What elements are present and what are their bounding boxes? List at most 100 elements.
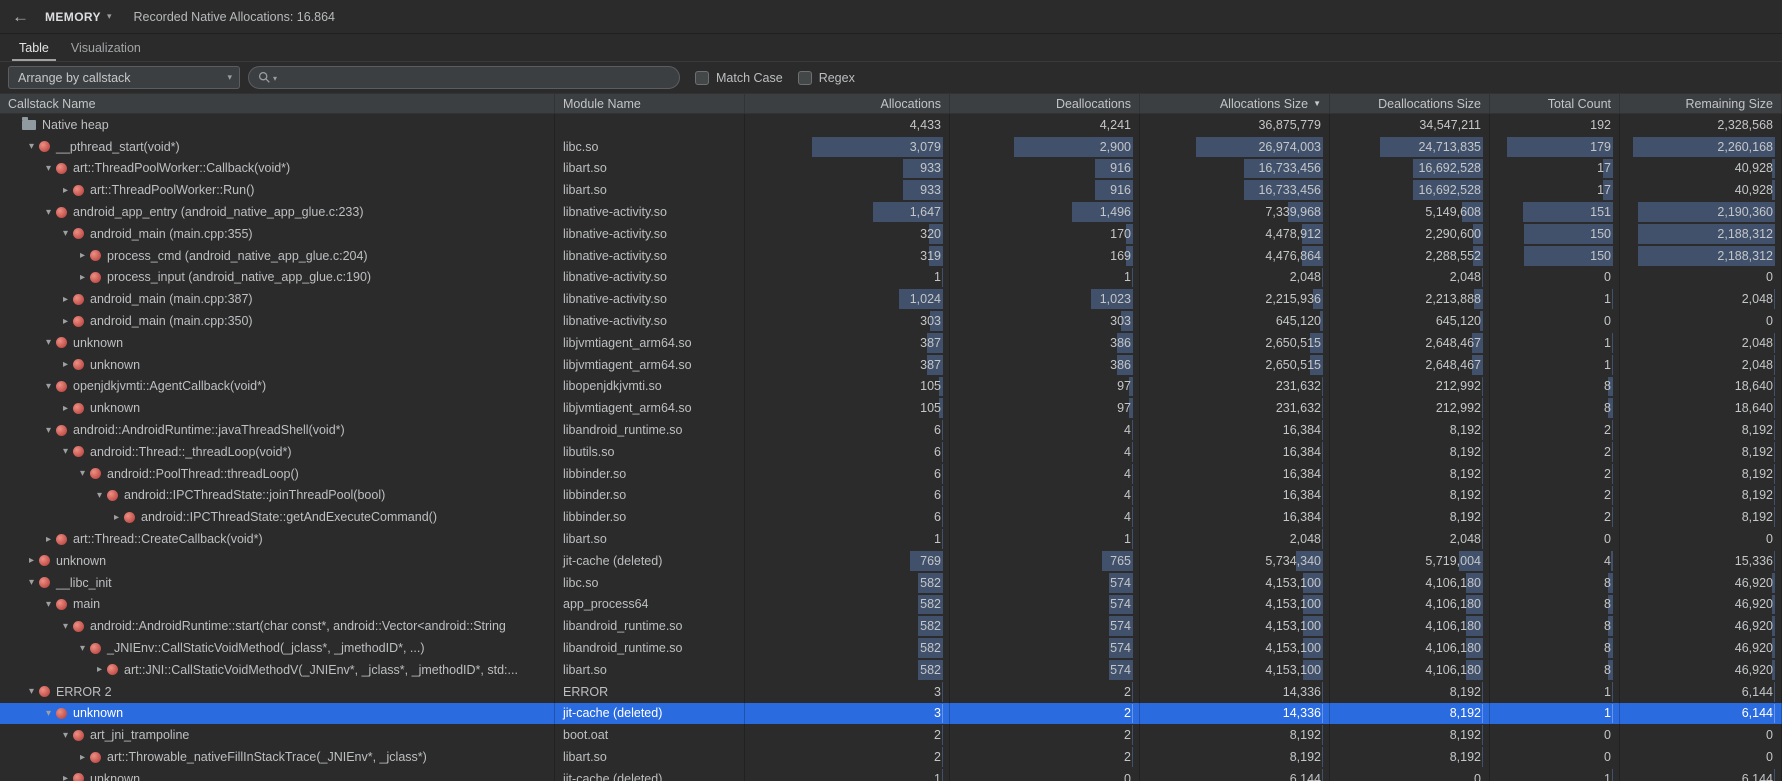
table-row[interactable]: ▾openjdkjvmti::AgentCallback(void*)libop… (0, 376, 1782, 398)
numeric-cell: 16,384 (1140, 506, 1330, 528)
collapse-arrow-icon[interactable]: ▾ (42, 207, 55, 218)
table-row[interactable]: ▸unknownlibjvmtiagent_arm64.so10597231,6… (0, 397, 1782, 419)
collapse-arrow-icon[interactable]: ▾ (25, 577, 38, 588)
tab-table[interactable]: Table (8, 34, 60, 61)
collapse-arrow-icon[interactable]: ▾ (59, 621, 72, 632)
collapse-arrow-icon[interactable]: ▾ (59, 228, 72, 239)
value-text: 2 (1604, 445, 1611, 459)
expand-arrow-icon[interactable]: ▸ (59, 403, 72, 414)
collapse-arrow-icon[interactable]: ▾ (42, 163, 55, 174)
search-box[interactable]: ▾ (248, 66, 680, 89)
back-arrow-icon[interactable]: ← (12, 7, 29, 27)
expand-arrow-icon[interactable]: ▸ (76, 752, 89, 763)
table-row[interactable]: ▾android::AndroidRuntime::javaThreadShel… (0, 419, 1782, 441)
callstack-name: process_input (android_native_app_glue.c… (107, 270, 371, 284)
numeric-cell: 2 (1490, 485, 1620, 507)
numeric-cell: 574 (950, 659, 1140, 681)
table-row[interactable]: ▸android_main (main.cpp:350)libnative-ac… (0, 310, 1782, 332)
collapse-arrow-icon[interactable]: ▾ (59, 730, 72, 741)
tree-indent (0, 364, 59, 365)
expand-arrow-icon[interactable]: ▸ (59, 316, 72, 327)
table-row[interactable]: Native heap4,4334,24136,875,77934,547,21… (0, 114, 1782, 136)
table-row[interactable]: ▾android::Thread::_threadLoop(void*)libu… (0, 441, 1782, 463)
column-header-callstack-name[interactable]: Callstack Name (0, 94, 555, 113)
table-row[interactable]: ▸art::Throwable_nativeFillInStackTrace(_… (0, 746, 1782, 768)
table-row[interactable]: ▾ERROR 2ERROR3214,3368,19216,144 (0, 681, 1782, 703)
collapse-arrow-icon[interactable]: ▾ (25, 141, 38, 152)
collapse-arrow-icon[interactable]: ▾ (42, 599, 55, 610)
column-header-total-count[interactable]: Total Count (1490, 94, 1620, 113)
table-row[interactable]: ▸unknownjit-cache (deleted)7697655,734,3… (0, 550, 1782, 572)
folder-icon (22, 120, 36, 130)
expand-arrow-icon[interactable]: ▸ (76, 272, 89, 283)
table-row[interactable]: ▾android::PoolThread::threadLoop()libbin… (0, 463, 1782, 485)
table-row[interactable]: ▾unknownlibjvmtiagent_arm64.so3873862,65… (0, 332, 1782, 354)
numeric-cell: 24,713,835 (1330, 136, 1490, 158)
numeric-cell: 4,106,180 (1330, 637, 1490, 659)
expand-arrow-icon[interactable]: ▸ (59, 359, 72, 370)
expand-arrow-icon[interactable]: ▸ (59, 773, 72, 781)
expand-arrow-icon[interactable]: ▸ (25, 555, 38, 566)
table-row[interactable]: ▾__libc_initlibc.so5825744,153,1004,106,… (0, 572, 1782, 594)
table-row[interactable]: ▸art::JNI::CallStaticVoidMethodV(_JNIEnv… (0, 659, 1782, 681)
value-text: 2 (1604, 510, 1611, 524)
collapse-arrow-icon[interactable]: ▾ (59, 446, 72, 457)
table-row[interactable]: ▸android_main (main.cpp:387)libnative-ac… (0, 288, 1782, 310)
table-row[interactable]: ▸unknownjit-cache (deleted)106,144016,14… (0, 768, 1782, 781)
column-header-deallocations[interactable]: Deallocations (950, 94, 1140, 113)
value-text: 387 (920, 336, 941, 350)
column-header-allocations[interactable]: Allocations (745, 94, 950, 113)
table-row[interactable]: ▾mainapp_process645825744,153,1004,106,1… (0, 594, 1782, 616)
collapse-arrow-icon[interactable]: ▾ (42, 337, 55, 348)
table-row[interactable]: ▾unknownjit-cache (deleted)3214,3368,192… (0, 703, 1782, 725)
method-icon (107, 490, 118, 501)
collapse-arrow-icon[interactable]: ▾ (42, 381, 55, 392)
value-text: 4,153,100 (1265, 641, 1321, 655)
table-row[interactable]: ▾_JNIEnv::CallStaticVoidMethod(_jclass*,… (0, 637, 1782, 659)
table-row[interactable]: ▸android::IPCThreadState::getAndExecuteC… (0, 506, 1782, 528)
table-row[interactable]: ▸art::Thread::CreateCallback(void*)libar… (0, 528, 1782, 550)
table-row[interactable]: ▸art::ThreadPoolWorker::Run()libart.so93… (0, 179, 1782, 201)
value-bar (1482, 486, 1483, 506)
checkbox-icon (695, 71, 709, 85)
search-input[interactable] (283, 71, 670, 85)
table-row[interactable]: ▸process_cmd (android_native_app_glue.c:… (0, 245, 1782, 267)
regex-checkbox[interactable]: Regex (798, 71, 855, 85)
expand-arrow-icon[interactable]: ▸ (93, 664, 106, 675)
collapse-arrow-icon[interactable]: ▾ (42, 425, 55, 436)
session-dropdown-caret-icon[interactable]: ▾ (107, 11, 112, 22)
table-row[interactable]: ▾art::ThreadPoolWorker::Callback(void*)l… (0, 158, 1782, 180)
column-header-allocations-size[interactable]: Allocations Size▼ (1140, 94, 1330, 113)
expand-arrow-icon[interactable]: ▸ (59, 185, 72, 196)
expand-arrow-icon[interactable]: ▸ (76, 250, 89, 261)
table-row[interactable]: ▾android_main (main.cpp:355)libnative-ac… (0, 223, 1782, 245)
table-row[interactable]: ▾__pthread_start(void*)libc.so3,0792,900… (0, 136, 1782, 158)
table-row[interactable]: ▾android::IPCThreadState::joinThreadPool… (0, 485, 1782, 507)
table-row[interactable]: ▾art_jni_trampolineboot.oat228,1928,1920… (0, 724, 1782, 746)
match-case-checkbox[interactable]: Match Case (695, 71, 783, 85)
collapse-arrow-icon[interactable]: ▾ (76, 468, 89, 479)
collapse-arrow-icon[interactable]: ▾ (42, 708, 55, 719)
table-row[interactable]: ▸ process_input (android_native_app_glue.… (0, 267, 1782, 289)
numeric-cell: 320 (745, 223, 950, 245)
expand-arrow-icon[interactable]: ▸ (110, 512, 123, 523)
collapse-arrow-icon[interactable]: ▾ (76, 643, 89, 654)
value-text: 933 (920, 183, 941, 197)
arrange-by-dropdown[interactable]: Arrange by callstack ▾ (8, 66, 240, 89)
table-row[interactable]: ▾android::AndroidRuntime::start(char con… (0, 615, 1782, 637)
tab-visualization[interactable]: Visualization (60, 34, 152, 61)
collapse-arrow-icon[interactable]: ▾ (25, 686, 38, 697)
collapse-arrow-icon[interactable]: ▾ (93, 490, 106, 501)
value-bar (1132, 268, 1133, 288)
expand-arrow-icon[interactable]: ▸ (42, 534, 55, 545)
column-header-deallocations-size[interactable]: Deallocations Size (1330, 94, 1490, 113)
column-header-module-name[interactable]: Module Name (555, 94, 745, 113)
table-row[interactable]: ▸unknownlibjvmtiagent_arm64.so3873862,65… (0, 354, 1782, 376)
session-title[interactable]: MEMORY (45, 10, 101, 24)
column-header-remaining-size[interactable]: Remaining Size (1620, 94, 1782, 113)
value-bar (1611, 551, 1613, 571)
table-row[interactable]: ▾android_app_entry (android_native_app_g… (0, 201, 1782, 223)
tree-indent (0, 648, 76, 649)
search-history-caret-icon[interactable]: ▾ (273, 74, 277, 83)
expand-arrow-icon[interactable]: ▸ (59, 294, 72, 305)
